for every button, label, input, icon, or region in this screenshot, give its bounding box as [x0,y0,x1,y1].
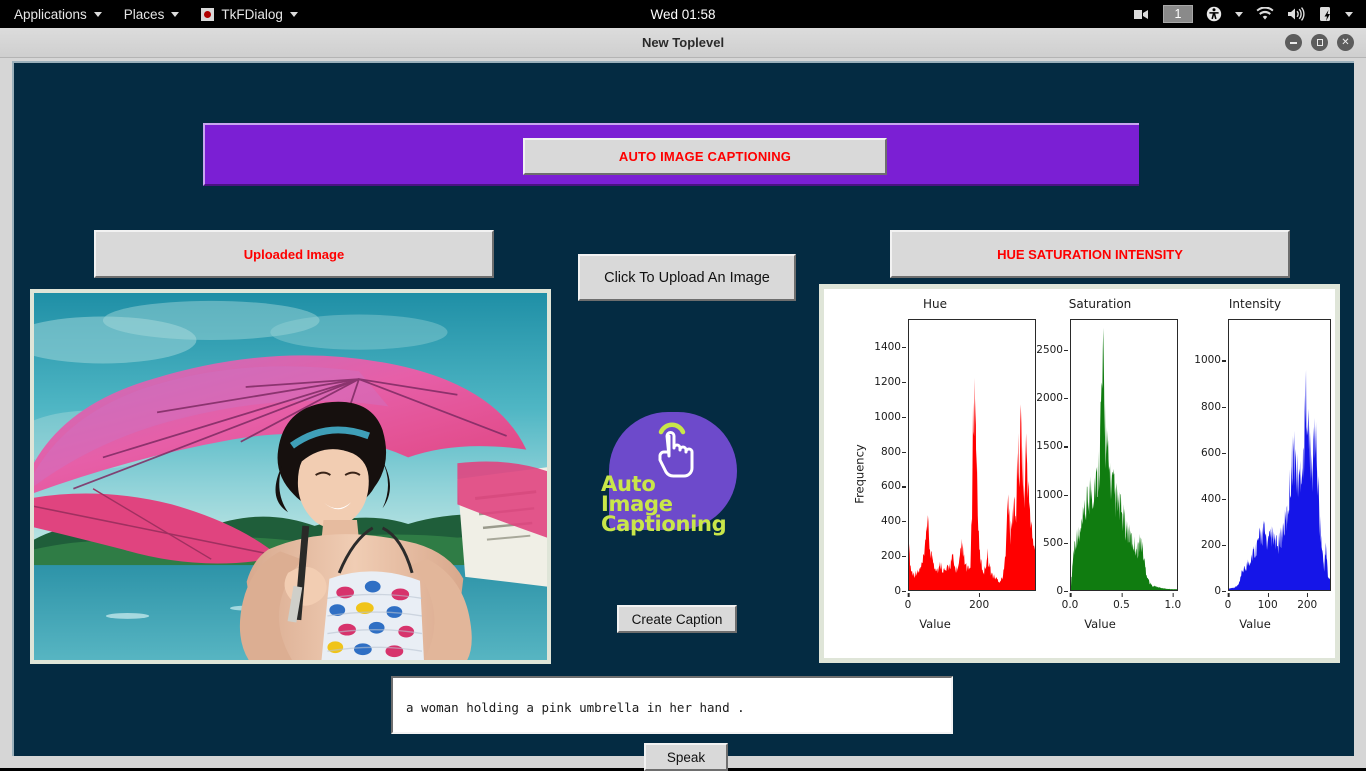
y-axis-tick: 800 [1200,400,1227,413]
histogram-saturation: Saturation 0 500 1000 1500 2000 2500 0.0 0.5 1.0… [1020,289,1181,658]
y-axis-tick: 400 [1200,492,1227,505]
histogram-bars [1229,320,1330,590]
y-axis-tick: 600 [1200,446,1227,459]
system-tray: 1 [1133,0,1366,28]
chevron-down-icon[interactable] [1235,11,1243,17]
y-axis-tick: 500 [1042,536,1069,549]
y-axis-tick: 0 [894,585,906,597]
y-axis-tick: 800 [880,445,907,458]
uploaded-image-frame [30,289,551,664]
chevron-down-icon [289,11,298,17]
x-axis-tick: 100 [1257,593,1278,611]
x-axis-tick: 200 [969,593,990,611]
y-axis-tick: 0 [1214,585,1226,597]
histogram-bars [1071,320,1177,590]
x-axis-tick: 0 [904,593,912,611]
window-title-bar: New Toplevel ✕ [0,28,1366,58]
places-menu[interactable]: Places [113,0,191,28]
x-axis-label: Value [1084,617,1116,631]
wifi-icon[interactable] [1256,7,1274,21]
window-controls: ✕ [1285,34,1366,51]
histogram-frame: Frequency Hue 0 200 400 600 800 1000 1200 1400 0… [819,284,1340,663]
speak-button[interactable]: Speak [644,743,728,771]
histogram-title: Intensity [1228,297,1282,311]
battery-icon[interactable] [1318,6,1332,22]
chevron-down-icon[interactable] [1345,11,1353,17]
app-menu-label: TkFDialog [221,6,283,22]
x-axis-label: Value [1239,617,1271,631]
histogram-bars [909,320,1035,590]
y-axis-tick: 0 [1056,585,1068,597]
x-axis-tick: 0.0 [1061,593,1079,611]
header-banner: AUTO IMAGE CAPTIONING [203,123,1139,186]
uploaded-image-header: Uploaded Image [94,230,494,278]
y-axis-tick: 2500 [1036,343,1068,356]
logo-line-1: Auto [601,472,656,496]
histogram-header: HUE SATURATION INTENSITY [890,230,1290,278]
app-canvas: AUTO IMAGE CAPTIONING Uploaded Image Cli… [12,61,1354,771]
y-axis-tick: 2000 [1036,392,1068,405]
maximize-button[interactable] [1311,34,1328,51]
histogram-hue: Hue 0 200 400 600 800 1000 1200 1400 0 200 Value [846,289,1036,658]
app-title-plate: AUTO IMAGE CAPTIONING [523,138,887,175]
accessibility-icon[interactable] [1206,6,1222,22]
y-axis-tick: 1500 [1036,440,1068,453]
histogram-title: Hue [922,297,947,311]
x-axis-tick: 200 [1297,593,1318,611]
histogram-title: Saturation [1068,297,1132,311]
chevron-down-icon [93,11,102,17]
application-window: New Toplevel ✕ AUTO IMAGE CAPTIONING Upl… [0,28,1366,771]
app-icon [201,7,215,21]
y-axis-tick: 600 [880,480,907,493]
caption-output-text[interactable]: a woman holding a pink umbrella in her h… [391,676,953,734]
applications-menu[interactable]: Applications [0,0,113,28]
y-axis-tick: 200 [1200,538,1227,551]
y-axis-tick: 1400 [874,340,906,353]
places-menu-label: Places [123,6,165,22]
y-axis-tick: 1000 [1194,354,1226,367]
x-axis-tick: 0 [1224,593,1232,611]
workspace-indicator[interactable]: 1 [1163,5,1193,23]
plot-area [1070,319,1178,591]
x-axis-tick: 0.5 [1113,593,1130,611]
histogram-canvas: Frequency Hue 0 200 400 600 800 1000 1200 1400 0… [824,289,1335,658]
desktop-top-bar: Applications Places TkFDialog Wed 01:58 … [0,0,1366,28]
uploaded-image [34,293,547,660]
y-axis-tick: 200 [880,550,907,563]
upload-image-button[interactable]: Click To Upload An Image [578,254,796,301]
minimize-button[interactable] [1285,34,1302,51]
logo-wordmark: Auto Image Captioning [601,472,783,537]
y-axis-tick: 1200 [874,375,906,388]
x-axis-label: Value [919,617,951,631]
applications-menu-label: Applications [14,6,87,22]
chevron-down-icon [171,11,180,17]
y-axis-tick: 1000 [1036,488,1068,501]
plot-area [1228,319,1331,591]
y-axis-tick: 1000 [874,410,906,423]
histogram-intensity: Intensity 0 200 400 600 800 1000 0 100 200 Value [1176,289,1334,658]
screencast-icon[interactable] [1133,8,1150,21]
logo-line-2: Image Captioning [601,492,727,537]
plot-area [908,319,1036,591]
app-menu[interactable]: TkFDialog [190,0,309,28]
volume-icon[interactable] [1287,7,1305,21]
close-button[interactable]: ✕ [1337,34,1354,51]
y-axis-tick: 400 [880,515,907,528]
window-title: New Toplevel [641,35,725,50]
create-caption-button[interactable]: Create Caption [617,605,737,633]
app-logo: Auto Image Captioning [595,412,780,537]
